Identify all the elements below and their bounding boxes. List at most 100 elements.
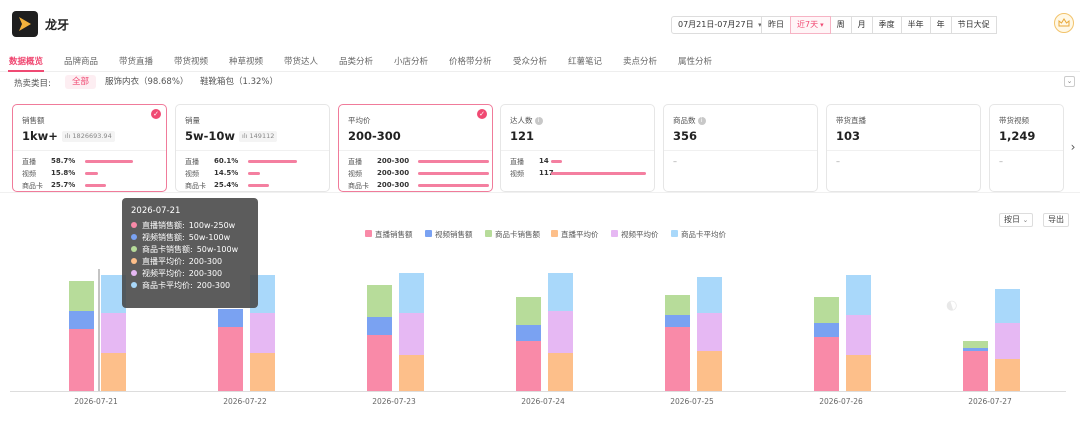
breakdown-bar bbox=[418, 184, 490, 187]
breakdown-value: 60.1% bbox=[214, 157, 239, 165]
tooltip-row: 视频销售额: 50w-100w bbox=[131, 232, 249, 244]
breakdown-row: 商品卡 25.7% bbox=[22, 181, 172, 191]
legend-dot-icon bbox=[131, 282, 137, 288]
bar-segment bbox=[399, 313, 424, 355]
breakdown-name: 视频 bbox=[22, 170, 36, 178]
tooltip-series-value: 50w-100w bbox=[196, 245, 239, 254]
app-logo[interactable] bbox=[12, 11, 38, 37]
metric-card-videos[interactable]: 带货视频 1,249 – bbox=[989, 104, 1064, 192]
metric-card-avg-price[interactable]: ✓ 平均价 200-300 直播 200-300 视频 200-300 商品卡 200… bbox=[338, 104, 493, 192]
metric-value: 200-300 bbox=[348, 129, 401, 143]
metric-card-live-streams[interactable]: 带货直播 103 – bbox=[826, 104, 981, 192]
bar-segment bbox=[250, 313, 275, 353]
date-range-picker[interactable]: 07月21日-07月27日 ▾ bbox=[671, 16, 769, 34]
breakdown-value: 25.4% bbox=[214, 181, 239, 189]
period-yesterday[interactable]: 昨日 bbox=[761, 16, 791, 34]
card-divider bbox=[827, 150, 980, 151]
legend-swatch bbox=[611, 230, 618, 237]
tooltip-row: 商品卡销售额: 50w-100w bbox=[131, 244, 249, 256]
metric-label: 商品数 i bbox=[673, 115, 706, 126]
info-icon[interactable]: i bbox=[697, 117, 706, 125]
tooltip-row: 直播销售额: 100w-250w bbox=[131, 220, 249, 232]
tab-price-band-analysis[interactable]: 价格带分析 bbox=[449, 55, 492, 67]
tab-live-commerce[interactable]: 带货直播 bbox=[119, 55, 153, 67]
metric-card-sales[interactable]: ✓ 销售额 1kw+ ılı 1826693.94 直播 58.7% 视频 15.8%… bbox=[12, 104, 167, 192]
tab-influencers[interactable]: 带货达人 bbox=[284, 55, 318, 67]
category-all[interactable]: 全部 bbox=[65, 75, 97, 89]
breakdown-row: 直播 58.7% bbox=[22, 157, 172, 167]
period-half-year[interactable]: 半年 bbox=[900, 16, 931, 34]
metric-card-products[interactable]: 商品数 i 356 – bbox=[663, 104, 818, 192]
tooltip-series-value: 50w-100w bbox=[188, 233, 231, 242]
legend-swatch bbox=[551, 230, 558, 237]
breakdown-value: 58.7% bbox=[51, 157, 76, 165]
tab-store-analysis[interactable]: 小店分析 bbox=[394, 55, 428, 67]
bar-segment bbox=[250, 353, 275, 391]
tab-audience-analysis[interactable]: 受众分析 bbox=[513, 55, 547, 67]
x-tick-label: 2026-07-27 bbox=[968, 397, 1012, 406]
category-shoes-bags[interactable]: 鞋靴箱包（1.32%） bbox=[193, 75, 285, 89]
tooltip-row: 直播平均价: 200-300 bbox=[131, 256, 249, 268]
empty-placeholder: – bbox=[999, 157, 1003, 166]
breakdown-bar bbox=[248, 160, 297, 163]
tab-category-analysis[interactable]: 品类分析 bbox=[339, 55, 373, 67]
bar-segment bbox=[697, 277, 722, 313]
metric-value-text: 1kw+ bbox=[22, 129, 58, 143]
breakdown-name: 商品卡 bbox=[22, 182, 43, 190]
bar-segment bbox=[963, 341, 988, 348]
breakdown-name: 视频 bbox=[185, 170, 199, 178]
tab-commerce-videos[interactable]: 带货视频 bbox=[174, 55, 208, 67]
metric-card-volume[interactable]: 销量 5w-10w ılı 149112 直播 60.1% 视频 14.5% 商品卡 2… bbox=[175, 104, 330, 192]
metric-value: 1,249 bbox=[999, 129, 1036, 143]
card-divider bbox=[176, 150, 329, 151]
tab-attribute-analysis[interactable]: 属性分析 bbox=[678, 55, 712, 67]
tab-xiaohongshu-notes[interactable]: 红薯笔记 bbox=[568, 55, 602, 67]
period-quarter[interactable]: 季度 bbox=[871, 16, 902, 34]
legend-label: 直播销售额 bbox=[375, 229, 413, 239]
x-tick-label: 2026-07-23 bbox=[372, 397, 416, 406]
metric-label: 达人数 i bbox=[510, 115, 543, 126]
legend-dot-icon bbox=[131, 222, 137, 228]
legend-dot-icon bbox=[131, 234, 137, 240]
bar-segment bbox=[69, 329, 94, 391]
bar-segment bbox=[516, 325, 541, 341]
breakdown-value: 14.5% bbox=[214, 169, 239, 177]
breakdown-value: 15.8% bbox=[51, 169, 76, 177]
tab-seeding-videos[interactable]: 种草视频 bbox=[229, 55, 263, 67]
period-festival[interactable]: 节日大促 bbox=[950, 16, 997, 34]
metric-raw-value: ılı 149112 bbox=[239, 131, 278, 142]
breakdown-row: 商品卡 200-300 bbox=[348, 181, 498, 191]
metric-label: 销售额 bbox=[22, 116, 45, 125]
metric-raw-value: ılı 1826693.94 bbox=[61, 131, 115, 142]
period-month[interactable]: 月 bbox=[850, 16, 873, 34]
breakdown-bar bbox=[418, 160, 490, 163]
vip-crown-icon[interactable] bbox=[1054, 13, 1074, 33]
tooltip-series-name: 视频平均价: bbox=[142, 269, 185, 278]
next-cards-button[interactable]: › bbox=[1066, 140, 1080, 156]
legend-swatch bbox=[365, 230, 372, 237]
tab-brand-products[interactable]: 品牌商品 bbox=[64, 55, 98, 67]
category-apparel[interactable]: 服饰内衣（98.68%） bbox=[98, 75, 195, 89]
period-year[interactable]: 年 bbox=[929, 16, 952, 34]
tab-overview[interactable]: 数据概览 bbox=[9, 55, 43, 67]
legend-label: 商品卡销售额 bbox=[495, 229, 540, 239]
selected-check-icon: ✓ bbox=[477, 109, 487, 119]
tab-selling-points[interactable]: 卖点分析 bbox=[623, 55, 657, 67]
hot-category-label: 热卖类目: bbox=[14, 79, 51, 89]
expand-categories-button[interactable]: ⌄ bbox=[1064, 76, 1075, 87]
breakdown-row: 视频 200-300 bbox=[348, 169, 498, 179]
granularity-select[interactable]: 按日 ⌄ bbox=[999, 213, 1034, 227]
bar-segment bbox=[516, 341, 541, 391]
x-tick-label: 2026-07-22 bbox=[223, 397, 267, 406]
x-tick-label: 2026-07-24 bbox=[521, 397, 565, 406]
metric-card-influencers[interactable]: 达人数 i 121 直播 14 视频 117 bbox=[500, 104, 655, 192]
period-week[interactable]: 周 bbox=[829, 16, 852, 34]
bar-segment bbox=[665, 295, 690, 315]
period-last-7-days[interactable]: 近7天 ▾ bbox=[790, 16, 831, 34]
export-button[interactable]: 导出 bbox=[1043, 213, 1069, 227]
legend-swatch bbox=[671, 230, 678, 237]
breakdown-value: 25.7% bbox=[51, 181, 76, 189]
breakdown-name: 视频 bbox=[510, 170, 524, 178]
info-icon[interactable]: i bbox=[534, 117, 543, 125]
x-tick-label: 2026-07-26 bbox=[819, 397, 863, 406]
